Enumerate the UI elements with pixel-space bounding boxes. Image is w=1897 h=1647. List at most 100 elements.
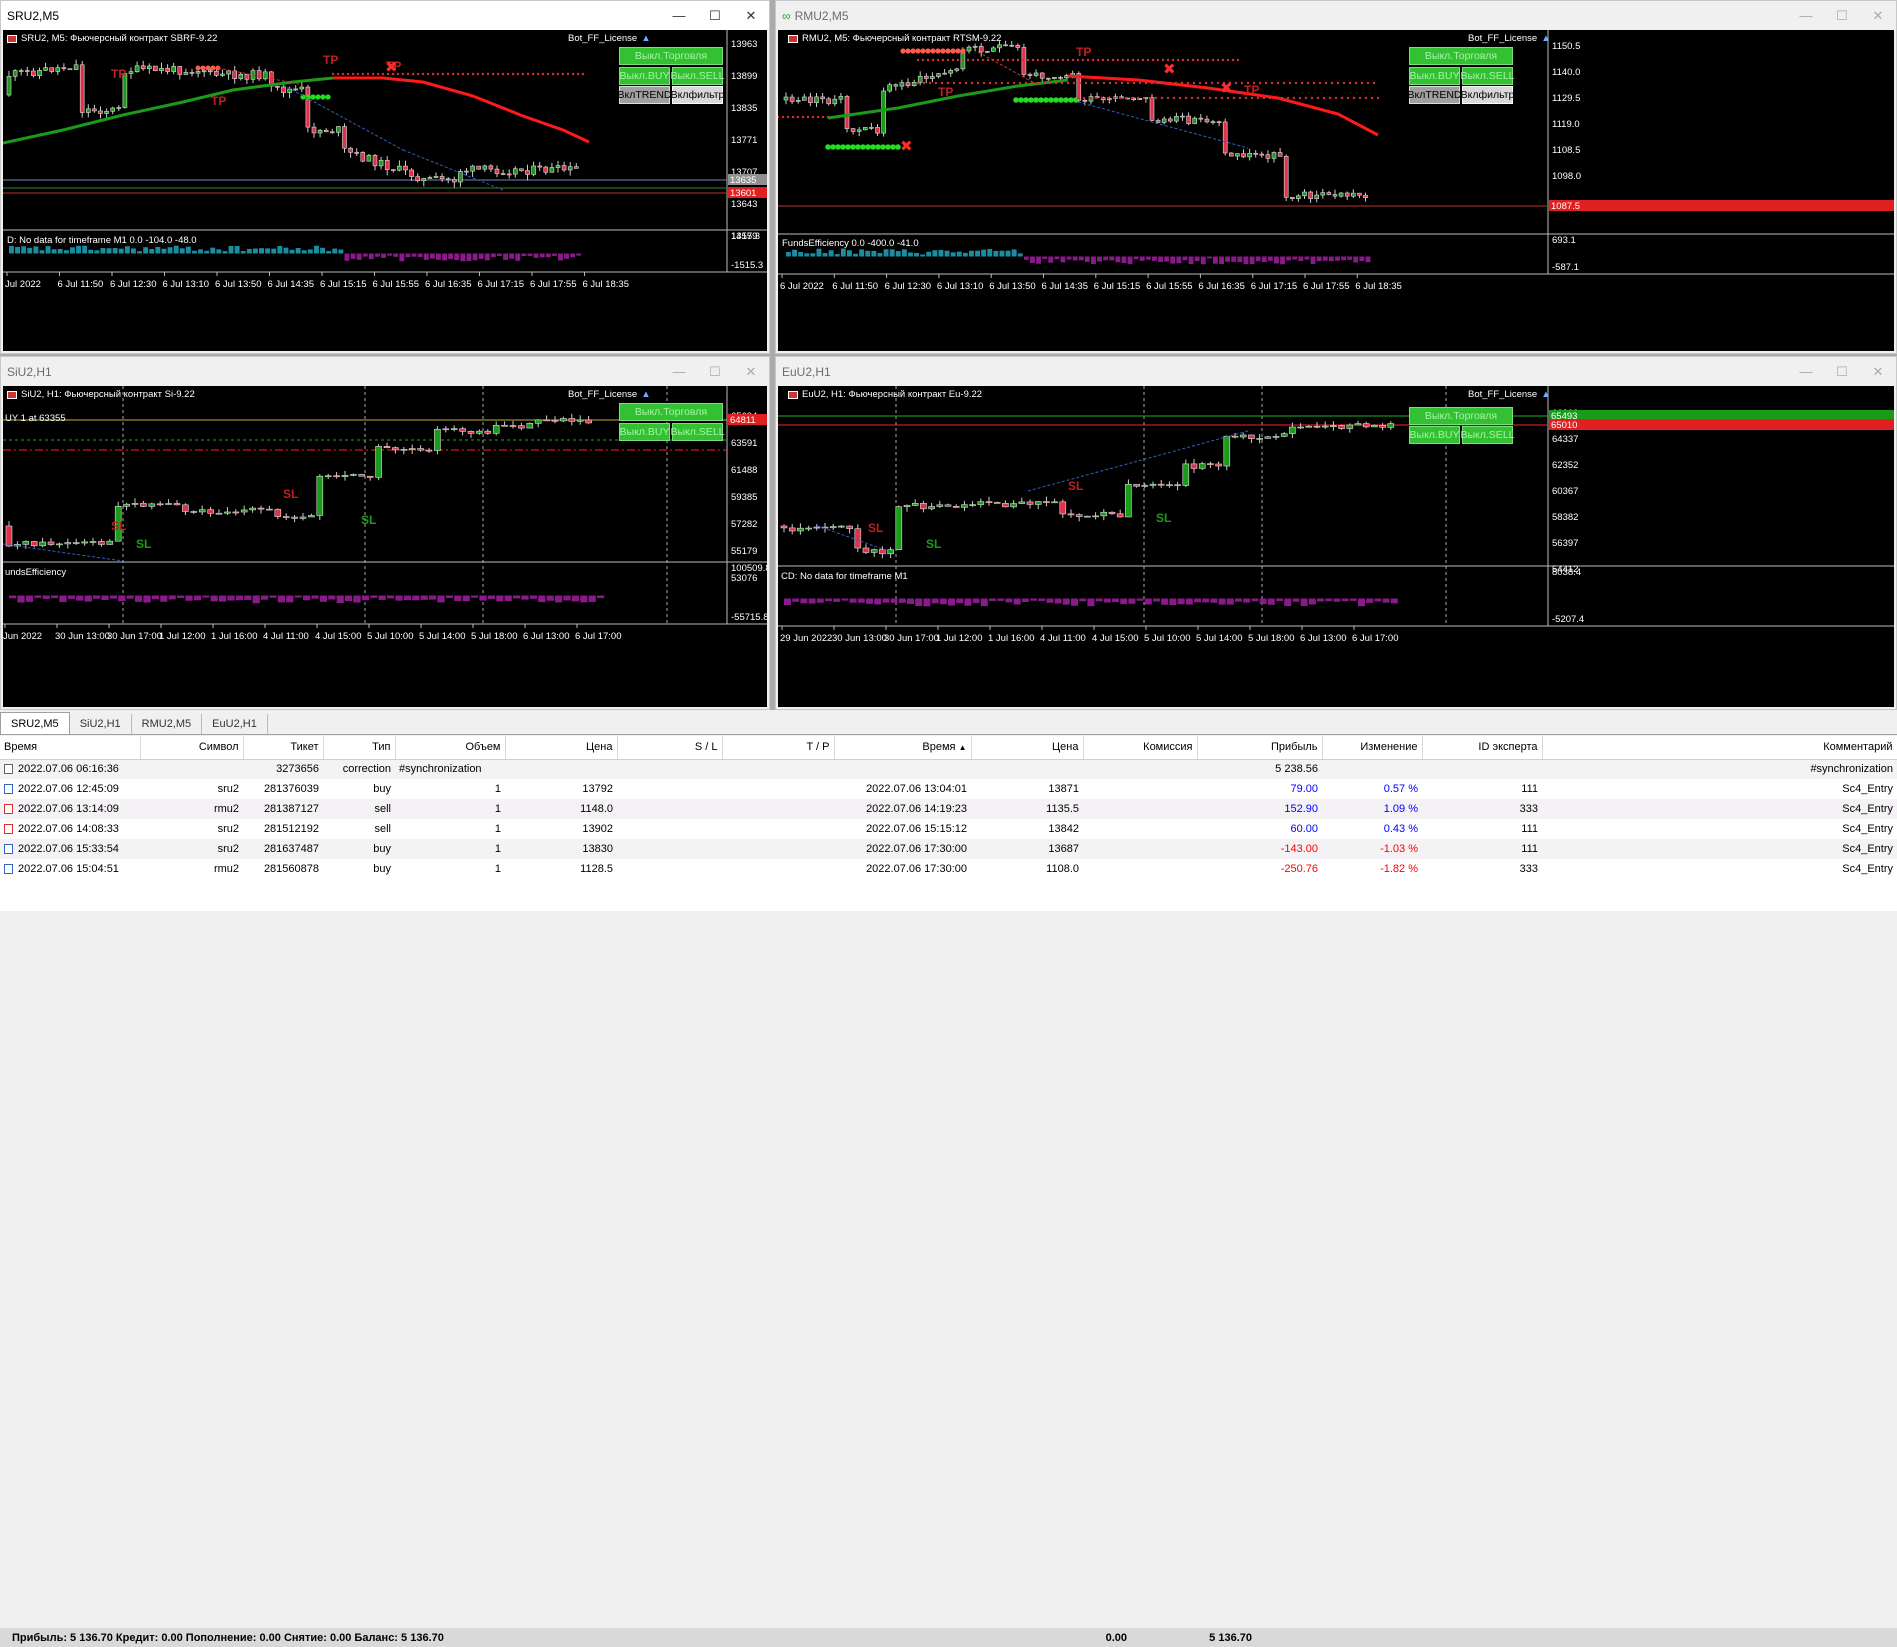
level-dot <box>1018 97 1024 103</box>
col-time[interactable]: Время <box>0 736 141 760</box>
candle-body <box>893 84 899 87</box>
table-row[interactable]: 2022.07.06 06:16:36 3273656 correction #syn… <box>0 759 1897 779</box>
chart-menu-icon[interactable] <box>7 390 17 399</box>
price-tick-label: 1150.5 <box>1552 41 1580 52</box>
level-dot <box>1274 96 1278 100</box>
filter-on-button[interactable]: Вклфильтр <box>671 86 724 104</box>
close-icon[interactable]: ✕ <box>733 1 769 30</box>
col-close-time[interactable]: Время ▲ <box>834 736 972 760</box>
col-type[interactable]: Тип <box>323 736 396 760</box>
chart-window-titlebar[interactable]: SRU2,M5 — ☐ ✕ <box>1 1 769 30</box>
level-dot <box>496 72 500 76</box>
price-chart[interactable]: 6632264337623526036758382563975441265493… <box>778 386 1894 707</box>
indicator-bar <box>368 253 374 260</box>
minimize-icon[interactable]: — <box>661 1 697 30</box>
trend-on-button[interactable]: ВклTREND <box>1408 86 1462 104</box>
sell-off-button[interactable]: Выкл.SELL <box>1461 67 1515 85</box>
maximize-icon[interactable]: ☐ <box>1824 1 1860 30</box>
indicator-bar <box>314 245 319 254</box>
maximize-icon[interactable]: ☐ <box>1824 357 1860 386</box>
chart-menu-icon[interactable] <box>788 390 798 399</box>
close-icon[interactable]: ✕ <box>1860 357 1896 386</box>
indicator-bar <box>1390 598 1398 604</box>
price-chart-canvas[interactable]: 1150.5 1140.0 1129.5 1119.0 1108.5 1098.0 1087… <box>778 30 1894 351</box>
order-label[interactable]: UY 1 at 63355 <box>5 413 66 424</box>
table-row[interactable]: 2022.07.06 12:45:09 sru2 281376039 buy 1 1379… <box>0 779 1897 799</box>
candle-body <box>948 70 953 74</box>
filter-on-button[interactable]: Вклфильтр <box>1461 86 1514 104</box>
maximize-icon[interactable]: ☐ <box>697 357 733 386</box>
col-sl[interactable]: S / L <box>617 736 723 760</box>
trading-off-button[interactable]: Выкл.Торговля <box>1409 47 1513 65</box>
chart-window-siu2-h1[interactable]: SiU2,H1 — ☐ ✕ 65694635916148859385572825… <box>0 356 770 710</box>
time-tick-label: 1 Jul 12:00 <box>936 633 982 644</box>
chart-menu-icon[interactable] <box>788 34 798 43</box>
sell-off-button[interactable]: Выкл.SELL <box>1461 426 1515 444</box>
chart-window-euu2-h1[interactable]: EuU2,H1 — ☐ ✕ 66322643376235260367583825… <box>775 356 1897 710</box>
table-row[interactable]: 2022.07.06 15:04:51 rmu2 281560878 buy 1 1128… <box>0 859 1897 879</box>
table-row[interactable]: 2022.07.06 15:33:54 sru2 281637487 buy 1 1383… <box>0 839 1897 859</box>
level-dot <box>336 72 340 76</box>
table-cell-time2: 2022.07.06 13:04:01 <box>866 783 967 795</box>
trading-off-button[interactable]: Выкл.Торговля <box>619 403 723 421</box>
indicator-bar <box>265 248 271 254</box>
candle-body <box>797 527 804 532</box>
col-close-price[interactable]: Цена <box>971 736 1084 760</box>
chart-menu-icon[interactable] <box>7 34 17 43</box>
price-chart[interactable]: 13963 13899 13835 13771 13707 13643 13579 13635… <box>3 30 767 351</box>
chart-window-titlebar[interactable]: ∞ RMU2,M5 — ☐ ✕ <box>776 1 1896 30</box>
sell-off-button[interactable]: Выкл.SELL <box>671 67 725 85</box>
indicator-bar <box>1062 598 1070 605</box>
sell-off-button[interactable]: Выкл.SELL <box>671 423 725 441</box>
chart-window-sru2-m5[interactable]: SRU2,M5 — ☐ ✕ 13963 13899 13835 13771 13707 1… <box>0 0 770 354</box>
minimize-icon[interactable]: — <box>1788 357 1824 386</box>
trading-off-button[interactable]: Выкл.Торговля <box>619 47 723 65</box>
candle-body <box>518 425 525 429</box>
col-symbol[interactable]: Символ <box>140 736 244 760</box>
chart-window-rmu2-m5[interactable]: ∞ RMU2,M5 — ☐ ✕ 1150.5 1140.0 1129.5 1119.0… <box>775 0 1897 354</box>
buy-off-button[interactable]: Выкл.BUY <box>619 67 670 85</box>
buy-off-button[interactable]: Выкл.BUY <box>619 423 670 441</box>
maximize-icon[interactable]: ☐ <box>697 1 733 30</box>
trend-on-button[interactable]: ВклTREND <box>618 86 672 104</box>
candle-body <box>924 75 929 79</box>
col-commission[interactable]: Комиссия <box>1083 736 1198 760</box>
candle-body <box>1305 425 1313 428</box>
table-cell-comment: Sc4_Entry <box>1842 783 1893 795</box>
table-row[interactable]: 2022.07.06 13:14:09 rmu2 281387127 sell 1 114… <box>0 799 1897 819</box>
col-volume[interactable]: Объем <box>395 736 506 760</box>
close-icon[interactable]: ✕ <box>733 357 769 386</box>
indicator-bar <box>332 248 338 254</box>
price-chart-canvas[interactable]: 6632264337623526036758382563975441265493… <box>778 386 1894 707</box>
price-chart[interactable]: 1150.5 1140.0 1129.5 1119.0 1108.5 1098.0 1087… <box>778 30 1894 351</box>
trading-off-button[interactable]: Выкл.Торговля <box>1409 407 1513 425</box>
tab-sru2-m5[interactable]: SRU2,M5 <box>0 712 70 734</box>
col-change[interactable]: Изменение <box>1322 736 1423 760</box>
col-ticket[interactable]: Тикет <box>243 736 324 760</box>
buy-off-button[interactable]: Выкл.BUY <box>1409 426 1460 444</box>
tab-euu2-h1[interactable]: EuU2,H1 <box>202 714 268 734</box>
chart-window-titlebar[interactable]: EuU2,H1 — ☐ ✕ <box>776 357 1896 386</box>
level-dot <box>1264 81 1268 85</box>
chart-window-titlebar[interactable]: SiU2,H1 — ☐ ✕ <box>1 357 769 386</box>
minimize-icon[interactable]: — <box>1788 1 1824 30</box>
close-icon[interactable]: ✕ <box>1860 1 1896 30</box>
col-price[interactable]: Цена <box>505 736 618 760</box>
graduation-cap-icon: ▲ <box>641 33 651 44</box>
col-tp[interactable]: T / P <box>722 736 835 760</box>
tab-siu2-h1[interactable]: SiU2,H1 <box>70 714 132 734</box>
col-profit[interactable]: Прибыль <box>1197 736 1323 760</box>
minimize-icon[interactable]: — <box>661 357 697 386</box>
col-expert-id[interactable]: ID эксперта <box>1422 736 1543 760</box>
buy-off-button[interactable]: Выкл.BUY <box>1409 67 1460 85</box>
price-chart[interactable]: 6569463591614885938557282551795307664811… <box>3 386 767 707</box>
candle-body <box>459 428 466 432</box>
col-comment[interactable]: Комментарий <box>1542 736 1897 760</box>
tab-rmu2-m5[interactable]: RMU2,M5 <box>132 714 203 734</box>
indicator-bar <box>588 595 596 602</box>
level-dot <box>890 144 896 150</box>
time-tick-label: 4 Jul 11:00 <box>263 631 309 642</box>
table-row[interactable]: 2022.07.06 14:08:33 sru2 281512192 sell 1 139… <box>0 819 1897 839</box>
candle-body <box>1338 425 1345 429</box>
table-cell-commission <box>1083 779 1197 799</box>
